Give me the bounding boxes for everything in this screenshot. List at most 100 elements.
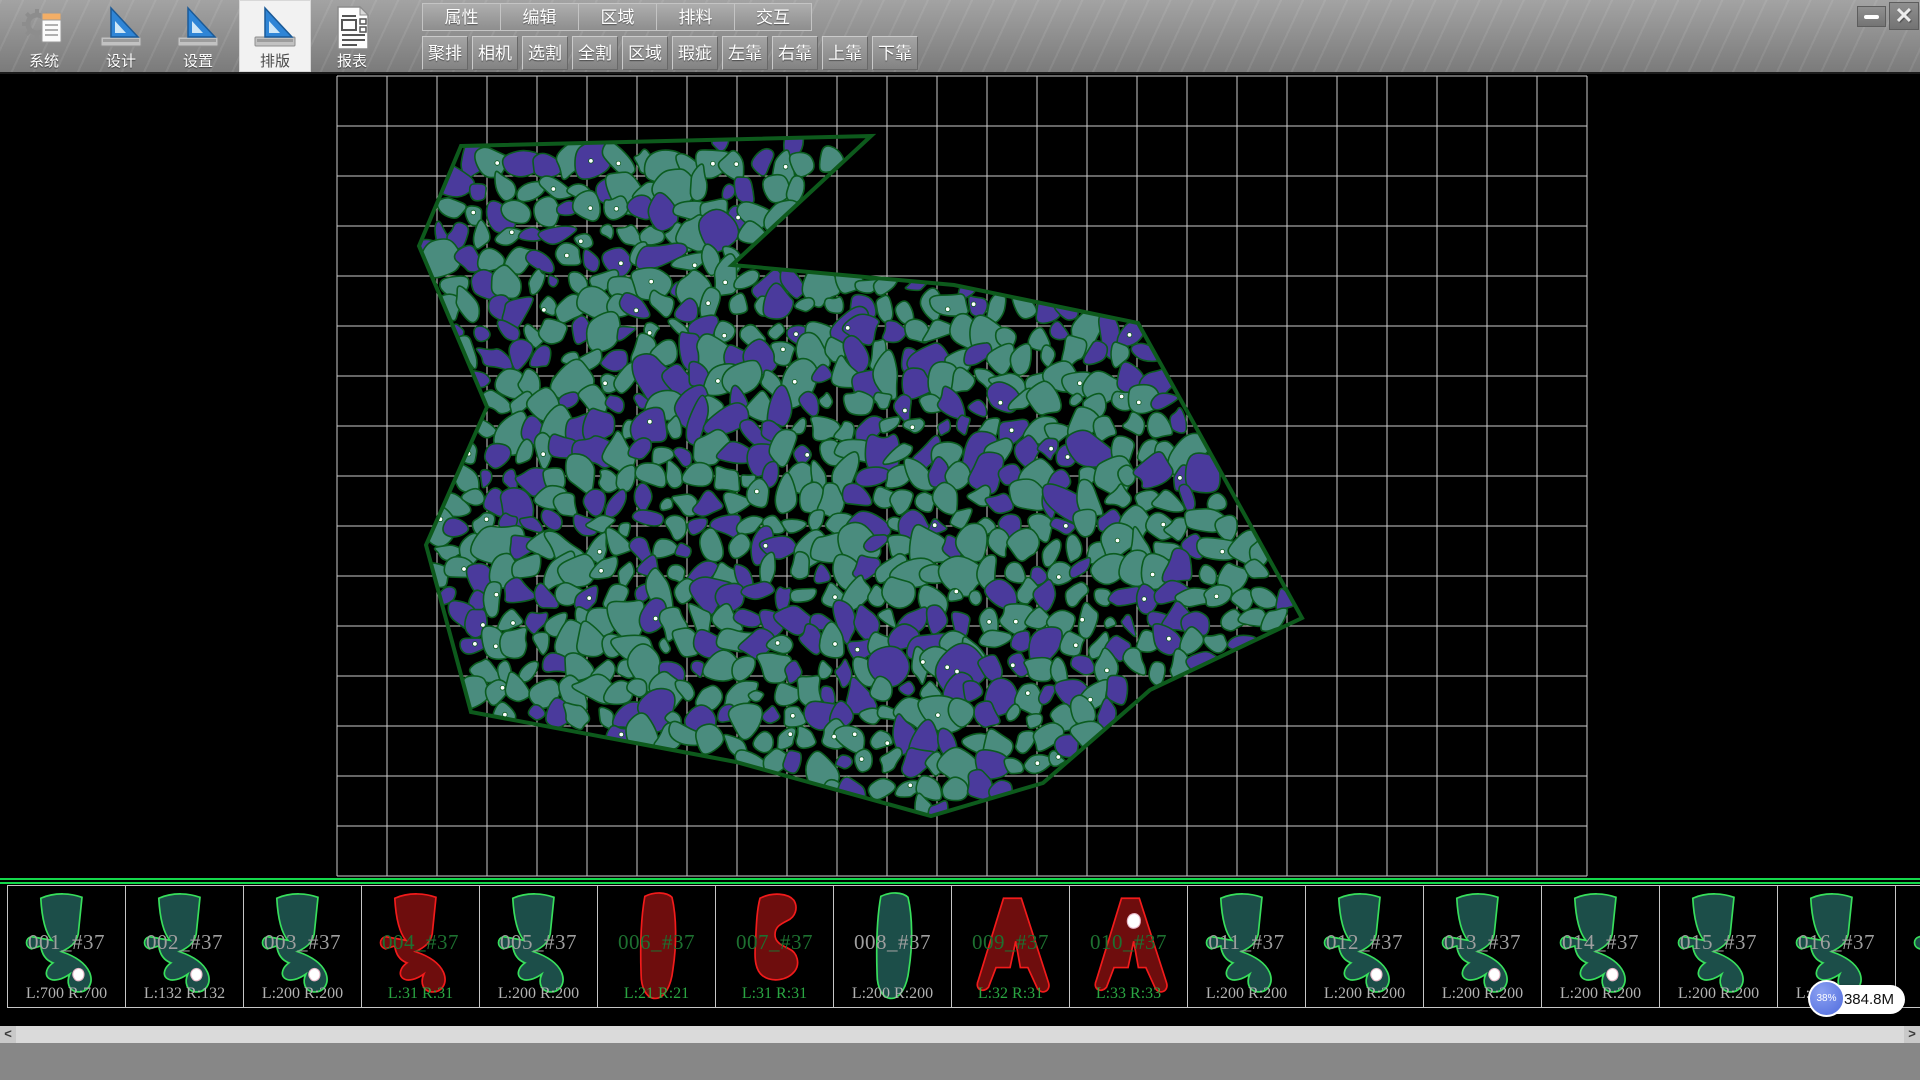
nesting-canvas-viewport[interactable] <box>0 74 1920 878</box>
nested-pieces <box>407 127 1296 824</box>
piece-thumbnail-10[interactable]: 010_#37 L:33 R:33 <box>1069 885 1188 1008</box>
app-button-5[interactable]: 报表 <box>316 0 388 72</box>
piece-thumbnail-15[interactable]: 015_#37 L:200 R:200 <box>1659 885 1778 1008</box>
piece-name-label: 010_#37 <box>1070 930 1187 955</box>
menu-tab-3[interactable]: 区域 <box>578 3 656 31</box>
piece-thumbnail-13[interactable]: 013_#37 L:200 R:200 <box>1423 885 1542 1008</box>
app-button-3[interactable]: 设置 <box>162 0 234 72</box>
piece-thumbnail-7[interactable]: 007_#37 L:31 R:31 <box>715 885 834 1008</box>
minimize-icon <box>1864 15 1879 19</box>
progress-percent-badge: 38% <box>1808 980 1845 1017</box>
app-button-1[interactable]: 系统 <box>8 0 80 72</box>
menu-tab-1[interactable]: 属性 <box>422 3 500 31</box>
piece-lr-count-label: L:200 R:200 <box>1424 985 1541 1003</box>
piece-lr-count-label: L:32 R:31 <box>952 985 1069 1003</box>
scroll-left-arrow-icon[interactable]: < <box>0 1026 16 1043</box>
app-button-2[interactable]: 设计 <box>85 0 157 72</box>
piece-lr-count-label: L:33 R:33 <box>1070 985 1187 1003</box>
toolbar: 系统 设计 设置 排版 报表 属性编辑区域排料交互 聚排相机选割全割区域瑕疵左靠… <box>0 0 1920 74</box>
tool-button-9[interactable]: 上靠 <box>822 36 868 70</box>
piece-thumbnail-14[interactable]: 014_#37 L:200 R:200 <box>1541 885 1660 1008</box>
piece-thumbnail-9[interactable]: 009_#37 L:32 R:31 <box>951 885 1070 1008</box>
piece-thumbnail-8[interactable]: 008_#37 L:200 R:200 <box>833 885 952 1008</box>
piece-name-label: 015_#37 <box>1660 930 1777 955</box>
piece-name-label: 003_#37 <box>244 930 361 955</box>
tool-button-4[interactable]: 全割 <box>572 36 618 70</box>
piece-lr-count-label: L:200 R:200 <box>1306 985 1423 1003</box>
scroll-right-arrow-icon[interactable]: > <box>1904 1026 1920 1043</box>
piece-lr-count-label: L:31 R:31 <box>362 985 479 1003</box>
piece-name-label: 016_#37 <box>1778 930 1895 955</box>
piece-thumbnail-1[interactable]: 001_#37 L:700 R:700 <box>7 885 126 1008</box>
piece-name-label: 004_#37 <box>362 930 479 955</box>
piece-name-label: 014_#37 <box>1542 930 1659 955</box>
tool-button-3[interactable]: 选割 <box>522 36 568 70</box>
piece-lr-count-label: L:132 R:132 <box>126 985 243 1003</box>
piece-lr-count-label: L:200 R:200 <box>1188 985 1305 1003</box>
percent-value: 38% <box>1816 993 1836 1004</box>
app-button-label: 排版 <box>260 53 290 71</box>
piece-lr-count-label: L:200 R:200 <box>480 985 597 1003</box>
menu-tab-4[interactable]: 排料 <box>656 3 734 31</box>
tool-button-5[interactable]: 区域 <box>622 36 668 70</box>
nesting-app-window: 系统 设计 设置 排版 报表 属性编辑区域排料交互 聚排相机选割全割区域瑕疵左靠… <box>0 0 1920 1080</box>
menu-tab-bar: 属性编辑区域排料交互 <box>422 3 812 31</box>
memory-value: 384.8M <box>1844 985 1894 1014</box>
piece-lr-count-label: L:31 R:31 <box>716 985 833 1003</box>
set-square-icon <box>252 4 298 52</box>
nesting-drawing <box>0 74 1920 878</box>
horizontal-scrollbar[interactable]: < > <box>0 1026 1920 1043</box>
piece-thumbnail-2[interactable]: 002_#37 L:132 R:132 <box>125 885 244 1008</box>
tool-button-bar: 聚排相机选割全割区域瑕疵左靠右靠上靠下靠 <box>422 36 918 70</box>
tool-button-1[interactable]: 聚排 <box>422 36 468 70</box>
tool-button-7[interactable]: 左靠 <box>722 36 768 70</box>
tool-button-6[interactable]: 瑕疵 <box>672 36 718 70</box>
piece-name-label: 002_#37 <box>126 930 243 955</box>
minimize-button[interactable] <box>1857 6 1886 27</box>
gear-doc-icon <box>21 4 67 52</box>
set-square-icon <box>175 4 221 52</box>
strip-separator-line <box>0 882 1920 884</box>
piece-thumbnail-strip: 001_#37L:700 R:700002_#37L:132 R:132003_… <box>0 878 1920 1010</box>
bottom-status-bar <box>0 1043 1920 1080</box>
piece-thumbnail-cells: 001_#37L:700 R:700002_#37L:132 R:132003_… <box>7 885 1920 1008</box>
strip-separator-line <box>0 878 1920 880</box>
piece-thumbnail-3[interactable]: 003_#37 L:200 R:200 <box>243 885 362 1008</box>
memory-usage-badge: 38% 384.8M <box>1810 985 1905 1014</box>
piece-name-label: 007_#37 <box>716 930 833 955</box>
app-button-label: 报表 <box>337 53 367 71</box>
tool-button-8[interactable]: 右靠 <box>772 36 818 70</box>
set-square-icon <box>98 4 144 52</box>
piece-lr-count-label: L:200 R:200 <box>834 985 951 1003</box>
app-button-label: 设置 <box>183 53 213 71</box>
piece-lr-count-label: L:21 R:21 <box>598 985 715 1003</box>
report-icon <box>329 4 375 52</box>
menu-tab-2[interactable]: 编辑 <box>500 3 578 31</box>
piece-name-label: 011_#37 <box>1188 930 1305 955</box>
app-button-4[interactable]: 排版 <box>239 0 311 72</box>
piece-thumbnail-4[interactable]: 004_#37 L:31 R:31 <box>361 885 480 1008</box>
app-button-label: 设计 <box>106 53 136 71</box>
app-launcher-bar: 系统 设计 设置 排版 报表 <box>8 0 388 72</box>
piece-name-label: 001_#37 <box>8 930 125 955</box>
piece-name-label: 006_#37 <box>598 930 715 955</box>
piece-name-label: 012_#37 <box>1306 930 1423 955</box>
piece-thumbnail-12[interactable]: 012_#37 L:200 R:200 <box>1305 885 1424 1008</box>
piece-lr-count-label: L:200 R:200 <box>1542 985 1659 1003</box>
piece-thumbnail-6[interactable]: 006_#37 L:21 R:21 <box>597 885 716 1008</box>
close-button[interactable]: ✕ <box>1889 2 1919 30</box>
app-button-label: 系统 <box>29 53 59 71</box>
piece-thumbnail-5[interactable]: 005_#37 L:200 R:200 <box>479 885 598 1008</box>
menu-tab-5[interactable]: 交互 <box>734 3 812 31</box>
tool-button-2[interactable]: 相机 <box>472 36 518 70</box>
tool-button-10[interactable]: 下靠 <box>872 36 918 70</box>
close-icon: ✕ <box>1895 5 1913 27</box>
piece-name-label: 009_#37 <box>952 930 1069 955</box>
piece-name-label: 005_#37 <box>480 930 597 955</box>
piece-lr-count-label: L:200 R:200 <box>244 985 361 1003</box>
piece-lr-count-label: L:200 R:200 <box>1660 985 1777 1003</box>
piece-thumbnail-11[interactable]: 011_#37 L:200 R:200 <box>1187 885 1306 1008</box>
piece-name-label: 008_#37 <box>834 930 951 955</box>
piece-lr-count-label: L:700 R:700 <box>8 985 125 1003</box>
piece-name-label: 013_#37 <box>1424 930 1541 955</box>
